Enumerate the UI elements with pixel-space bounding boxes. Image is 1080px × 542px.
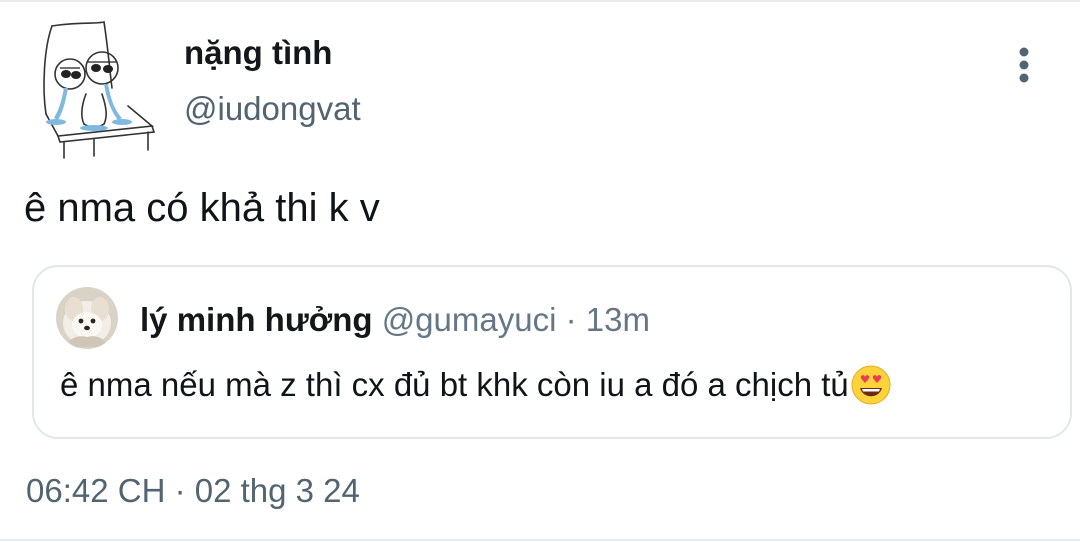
quoted-tweet-time[interactable]: 13m <box>586 301 650 338</box>
bottom-divider <box>0 539 1080 541</box>
tweet-timestamp[interactable]: 06:42 CH · 02 thg 3 24 <box>26 472 360 510</box>
quoted-author-avatar[interactable] <box>56 287 118 349</box>
author-display-name[interactable]: nặng tình <box>184 34 332 72</box>
author-handle[interactable]: @iudongvat <box>184 90 361 128</box>
more-options-button[interactable] <box>1004 42 1044 90</box>
quoted-author-display-name[interactable]: lý minh hưởng <box>140 301 373 338</box>
quoted-author-handle[interactable]: @gumayuci <box>382 301 557 338</box>
quoted-tweet-text-line: ê nma nếu mà z thì cx đủ bt khk còn iu a… <box>60 365 891 405</box>
crying-figure-icon <box>43 21 156 159</box>
quoted-tweet-header: lý minh hưởng @gumayuci · 13m <box>140 301 650 339</box>
heart-eyes-emoji-icon <box>851 365 891 405</box>
top-divider <box>0 0 1080 2</box>
more-vertical-icon <box>1019 47 1029 83</box>
tweet-text: ê nma có khả thi k v <box>24 186 380 230</box>
dog-avatar-icon <box>56 287 118 349</box>
author-avatar[interactable] <box>24 18 160 160</box>
quoted-tweet-text: ê nma nếu mà z thì cx đủ bt khk còn iu a… <box>60 366 849 403</box>
time-separator: · <box>565 301 577 338</box>
quoted-tweet-card[interactable]: lý minh hưởng @gumayuci · 13m ê nma nếu … <box>32 265 1072 439</box>
